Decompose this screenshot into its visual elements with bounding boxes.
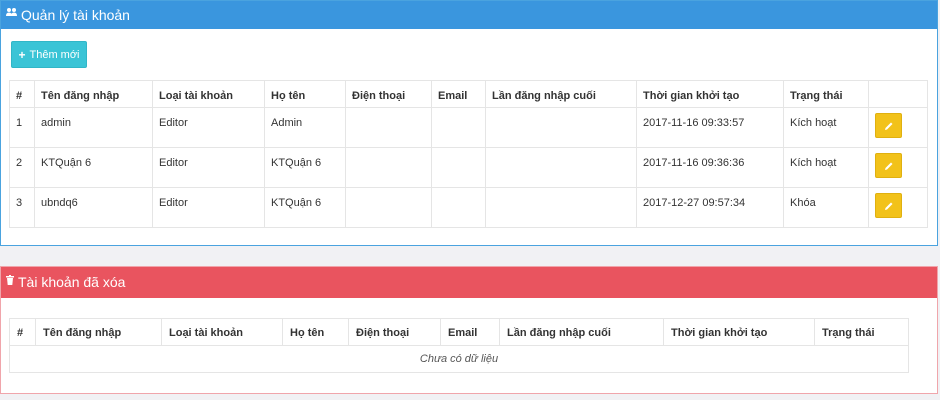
col-fullname: Họ tên [282,318,349,346]
col-phone: Điện thoại [345,80,432,108]
col-created: Thời gian khởi tạo [636,80,784,108]
table-row: 1 admin Editor Admin 2017-11-16 09:33:57… [9,107,928,148]
cell-status: Kích hoạt [783,107,869,148]
col-account-type: Loại tài khoản [161,318,283,346]
accounts-table: # Tên đăng nhập Loại tài khoản Họ tên Đi… [9,80,928,228]
cell-created: 2017-11-16 09:33:57 [636,107,784,148]
add-account-label: Thêm mới [29,48,80,61]
col-actions [868,80,928,108]
add-account-button[interactable]: + Thêm mới [11,41,87,68]
trash-icon [6,267,14,298]
col-phone: Điện thoại [348,318,441,346]
pencil-icon [884,122,892,130]
deleted-panel-header: Tài khoản đã xóa [1,267,937,298]
cell-account-type: Editor [152,187,265,228]
col-status: Trạng thái [783,80,869,108]
accounts-panel: Quản lý tài khoản + Thêm mới # Tên đăng … [0,0,938,246]
cell-fullname: KTQuận 6 [264,187,346,228]
accounts-panel-title: Quản lý tài khoản [21,7,130,23]
cell-status: Khóa [783,187,869,228]
table-row: 2 KTQuận 6 Editor KTQuận 6 2017-11-16 09… [9,147,928,188]
col-number: # [9,318,36,346]
cell-created: 2017-12-27 09:57:34 [636,187,784,228]
col-last-login: Lần đăng nhập cuối [499,318,664,346]
cell-number: 3 [9,187,35,228]
cell-account-type: Editor [152,107,265,148]
cell-username: admin [34,107,153,148]
cell-username: KTQuận 6 [34,147,153,188]
accounts-panel-header: Quản lý tài khoản [1,1,937,29]
deleted-accounts-table: # Tên đăng nhập Loại tài khoản Họ tên Đi… [9,318,909,373]
cell-last-login [485,107,637,148]
cell-username: ubndq6 [34,187,153,228]
users-icon [6,1,17,29]
col-username: Tên đăng nhập [34,80,153,108]
cell-last-login [485,147,637,188]
col-email: Email [431,80,486,108]
cell-email [431,147,486,188]
cell-email [431,107,486,148]
cell-phone [345,107,432,148]
col-last-login: Lần đăng nhập cuối [485,80,637,108]
cell-status: Kích hoạt [783,147,869,188]
col-email: Email [440,318,500,346]
empty-message: Chưa có dữ liệu [9,345,909,373]
edit-button[interactable] [875,193,902,218]
col-username: Tên đăng nhập [35,318,162,346]
cell-account-type: Editor [152,147,265,188]
cell-actions [868,107,928,148]
cell-phone [345,147,432,188]
col-status: Trạng thái [814,318,909,346]
cell-fullname: Admin [264,107,346,148]
cell-fullname: KTQuận 6 [264,147,346,188]
pencil-icon [884,162,892,170]
cell-number: 2 [9,147,35,188]
deleted-panel-title: Tài khoản đã xóa [18,274,126,290]
cell-actions [868,147,928,188]
cell-number: 1 [9,107,35,148]
cell-last-login [485,187,637,228]
empty-row: Chưa có dữ liệu [9,345,909,373]
pencil-icon [884,202,892,210]
cell-actions [868,187,928,228]
plus-icon: + [18,47,26,62]
cell-created: 2017-11-16 09:36:36 [636,147,784,188]
col-fullname: Họ tên [264,80,346,108]
cell-email [431,187,486,228]
edit-button[interactable] [875,113,902,138]
accounts-table-header: # Tên đăng nhập Loại tài khoản Họ tên Đi… [9,80,928,108]
table-row: 3 ubndq6 Editor KTQuận 6 2017-12-27 09:5… [9,187,928,228]
edit-button[interactable] [875,153,902,178]
deleted-table-header: # Tên đăng nhập Loại tài khoản Họ tên Đi… [9,318,909,346]
col-created: Thời gian khởi tạo [663,318,815,346]
col-account-type: Loại tài khoản [152,80,265,108]
cell-phone [345,187,432,228]
col-number: # [9,80,35,108]
